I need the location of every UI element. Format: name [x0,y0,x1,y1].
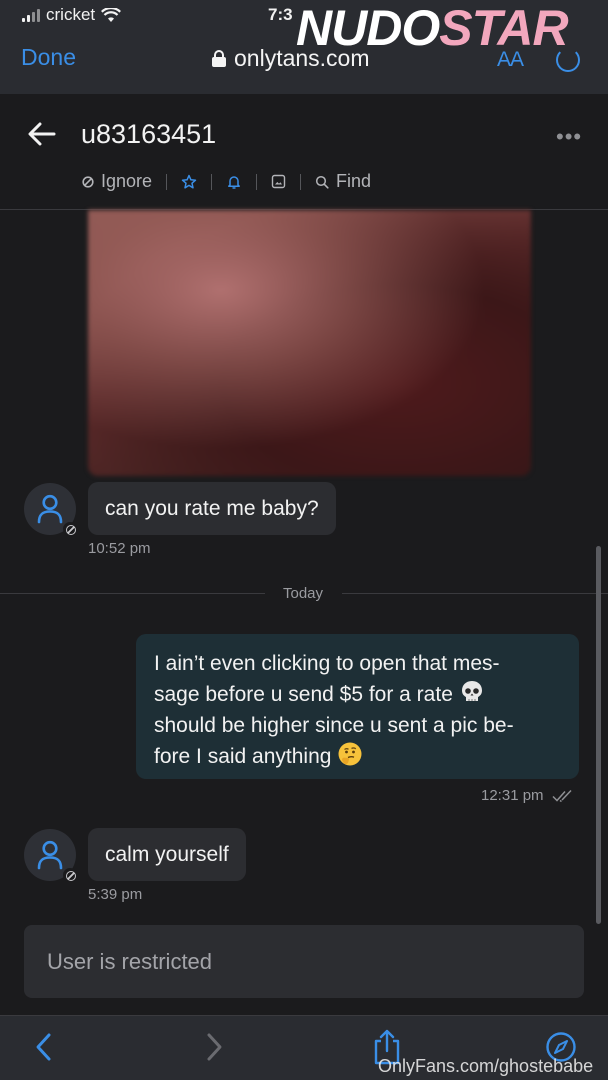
wifi-icon [101,7,122,22]
star-icon[interactable] [181,174,197,190]
date-divider-line [0,593,265,594]
watermark-part1: NUDO [296,0,440,56]
restricted-notice-text: User is restricted [47,948,213,974]
signal-icon [22,8,40,22]
chat-username[interactable]: u83163451 [81,119,216,150]
more-icon[interactable]: ••• [556,124,582,150]
lock-icon [212,50,226,67]
status-bar-left: cricket [22,5,122,25]
status-time: 7:3 [268,5,293,24]
user-icon [37,494,63,524]
scrollbar[interactable] [596,546,601,924]
search-icon [315,175,329,189]
message-time: 10:52 pm [88,540,151,557]
restricted-notice: User is restricted [24,925,584,998]
ignore-label: Ignore [101,171,153,191]
message-line-with-emoji: fore I said anything [154,741,561,772]
ignore-button[interactable]: Ignore [82,171,152,192]
skull-emoji [461,681,482,701]
chevron-left-icon[interactable] [34,1032,54,1062]
chat-header: u83163451 ••• Ignore Find [0,94,608,210]
restricted-icon [63,868,77,882]
avatar[interactable] [24,483,77,536]
message-line: I ain’t even clicking to open that mes- [154,652,500,675]
message-text: calm yourself [105,842,229,866]
avatar[interactable] [24,829,77,882]
divider [211,173,213,190]
message-line: should be higher since u sent a pic be- [154,714,514,737]
back-arrow-icon[interactable] [28,122,56,146]
ignore-icon [82,175,94,188]
restricted-icon [63,522,77,536]
chevron-right-icon[interactable] [204,1032,224,1062]
message-list[interactable]: can you rate me baby? 10:52 pm Today I a… [0,210,608,1015]
bell-icon[interactable] [226,174,242,190]
message-bubble-incoming[interactable]: can you rate me baby? [88,482,336,535]
date-divider-label: Today [283,585,324,602]
message-line-with-emoji: sage before u send $5 for a rate [154,679,561,710]
watermark-credit: OnlyFans.com/ghostebabe [378,1056,594,1076]
watermark-part2: STAR [439,0,568,56]
divider [300,173,302,190]
double-check-icon [552,790,572,803]
image-icon[interactable] [271,174,286,189]
message-time: 5:39 pm [88,886,143,903]
user-icon [37,840,63,870]
watermark-logo: NUDOSTAR [296,0,569,56]
find-label: Find [336,171,372,191]
message-line: fore I said anything [154,745,332,768]
blurred-photo[interactable] [88,210,531,476]
date-divider-line [342,593,608,594]
chat-actions: Ignore Find [82,171,371,192]
find-button[interactable]: Find [315,171,371,192]
message-time: 12:31 pm [481,787,544,804]
message-line: sage before u send $5 for a rate [154,683,453,706]
divider [256,173,258,190]
message-time-row: 12:31 pm [481,787,576,804]
carrier-label: cricket [46,5,96,24]
thinking-emoji [338,742,362,766]
message-bubble-incoming[interactable]: calm yourself [88,828,246,881]
message-bubble-outgoing[interactable]: I ain’t even clicking to open that mes- … [136,634,579,779]
divider [166,173,168,190]
done-button[interactable]: Done [21,44,76,71]
message-text: can you rate me baby? [105,496,319,520]
